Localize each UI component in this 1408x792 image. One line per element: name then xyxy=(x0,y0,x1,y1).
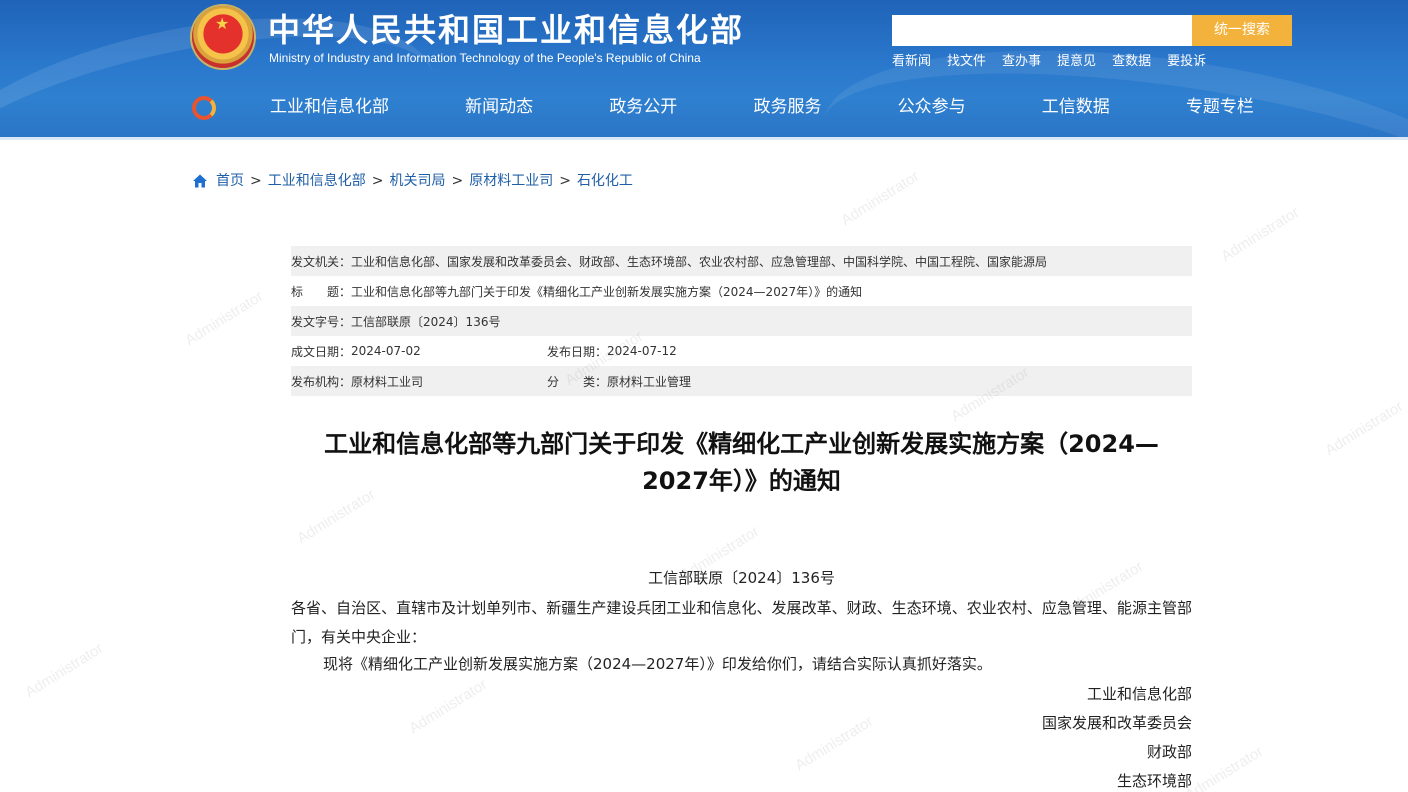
meta-value: 原材料工业司 xyxy=(351,374,424,389)
nav-item-miit[interactable]: 工业和信息化部 xyxy=(232,94,427,120)
meta-value: 工信部联原〔2024〕136号 xyxy=(351,314,501,329)
meta-label: 发文机关： xyxy=(291,254,352,269)
nav-item-data[interactable]: 工信数据 xyxy=(1004,94,1148,120)
signer: 生态环境部 xyxy=(1116,772,1192,790)
quick-link-complaint[interactable]: 要投诉 xyxy=(1167,53,1206,71)
meta-label: 发文字号： xyxy=(291,314,352,329)
nav-item-gov-affairs[interactable]: 政务公开 xyxy=(571,94,715,120)
quick-link-services[interactable]: 查办事 xyxy=(1002,53,1041,71)
meta-value: 2024-07-02 xyxy=(351,344,421,358)
search-input[interactable] xyxy=(892,15,1192,46)
watermark: Administrator xyxy=(1218,203,1303,266)
site-header: ★ 中华人民共和国工业和信息化部 Ministry of Industry an… xyxy=(0,0,1408,140)
breadcrumb-miit[interactable]: 工业和信息化部 xyxy=(268,171,366,191)
signer: 工业和信息化部 xyxy=(1086,685,1192,703)
meta-cell: 分 类： 原材料工业管理 xyxy=(547,373,691,390)
meta-cell: 发布日期： 2024-07-12 xyxy=(547,343,677,360)
document-number: 工信部联原〔2024〕136号 xyxy=(648,569,835,587)
breadcrumb-departments[interactable]: 机关司局 xyxy=(389,171,445,191)
header-divider xyxy=(0,137,1408,140)
breadcrumb-separator: > xyxy=(559,173,571,189)
star-icon: ★ xyxy=(215,14,230,33)
signers-list: 工业和信息化部 国家发展和改革委员会 财政部 生态环境部 xyxy=(291,680,1192,792)
quick-link-data[interactable]: 查数据 xyxy=(1112,53,1151,71)
meta-cell: 发布机构： 原材料工业司 xyxy=(291,373,547,390)
breadcrumb-separator: > xyxy=(451,173,464,189)
meta-row-title: 标 题： 工业和信息化部等九部门关于印发《精细化工产业创新发展实施方案（2024… xyxy=(291,276,1192,306)
site-title[interactable]: 中华人民共和国工业和信息化部 xyxy=(268,10,744,50)
watermark: Administrator xyxy=(838,167,923,230)
breadcrumb-raw-materials[interactable]: 原材料工业司 xyxy=(469,171,553,191)
meta-value: 工业和信息化部、国家发展和改革委员会、财政部、生态环境部、农业农村部、应急管理部… xyxy=(351,254,1048,269)
home-icon[interactable] xyxy=(192,173,208,189)
quick-link-feedback[interactable]: 提意见 xyxy=(1057,53,1096,71)
main-nav: 工业和信息化部 新闻动态 政务公开 政务服务 公众参与 工信数据 专题专栏 xyxy=(232,94,1292,120)
nav-item-topics[interactable]: 专题专栏 xyxy=(1148,94,1292,120)
quick-link-news[interactable]: 看新闻 xyxy=(892,53,931,71)
quick-link-files[interactable]: 找文件 xyxy=(947,53,986,71)
site-subtitle: Ministry of Industry and Information Tec… xyxy=(269,51,701,65)
watermark: Administrator xyxy=(22,639,107,702)
breadcrumb-separator: > xyxy=(250,173,262,189)
meta-label: 发布日期： xyxy=(547,344,608,359)
meta-cell: 成文日期： 2024-07-02 xyxy=(291,343,547,360)
meta-row-dates: 成文日期： 2024-07-02 发布日期： 2024-07-12 xyxy=(291,336,1192,366)
quick-links: 看新闻 找文件 查办事 提意见 查数据 要投诉 xyxy=(892,53,1206,71)
watermark: Administrator xyxy=(182,287,267,350)
meta-label: 成文日期： xyxy=(291,344,352,359)
meta-label: 标 题： xyxy=(291,284,352,299)
breadcrumb-separator: > xyxy=(371,173,384,189)
recipients-paragraph: 各省、自治区、直辖市及计划单列市、新疆生产建设兵团工业和信息化、发展改革、财政、… xyxy=(291,599,1192,646)
meta-label: 发布机构： xyxy=(291,374,352,389)
miit-logo-icon[interactable] xyxy=(192,96,216,120)
meta-value: 2024-07-12 xyxy=(607,344,677,358)
signer: 财政部 xyxy=(1146,743,1192,761)
nav-item-participation[interactable]: 公众参与 xyxy=(860,94,1004,120)
meta-label: 分 类： xyxy=(547,374,608,389)
breadcrumb-petrochemical[interactable]: 石化化工 xyxy=(577,171,633,191)
search-button[interactable]: 统一搜索 xyxy=(1192,15,1292,46)
watermark: Administrator xyxy=(1322,397,1407,460)
meta-row-org: 发布机构： 原材料工业司 分 类： 原材料工业管理 xyxy=(291,366,1192,396)
nav-item-news[interactable]: 新闻动态 xyxy=(427,94,571,120)
meta-value: 原材料工业管理 xyxy=(607,374,692,389)
meta-row-docno: 发文字号： 工信部联原〔2024〕136号 xyxy=(291,306,1192,336)
meta-value: 工业和信息化部等九部门关于印发《精细化工产业创新发展实施方案（2024—2027… xyxy=(351,284,863,299)
breadcrumb: 首页 > 工业和信息化部 > 机关司局 > 原材料工业司 > 石化化工 xyxy=(192,171,633,191)
signer: 国家发展和改革委员会 xyxy=(1041,714,1192,732)
meta-row-issuer: 发文机关： 工业和信息化部、国家发展和改革委员会、财政部、生态环境部、农业农村部… xyxy=(291,246,1192,276)
breadcrumb-home[interactable]: 首页 xyxy=(216,171,244,191)
document-meta-table: 发文机关： 工业和信息化部、国家发展和改革委员会、财政部、生态环境部、农业农村部… xyxy=(291,246,1192,396)
article-title: 工业和信息化部等九部门关于印发《精细化工产业创新发展实施方案（2024—2027… xyxy=(324,430,1159,495)
nav-item-services[interactable]: 政务服务 xyxy=(715,94,859,120)
body-paragraph: 现将《精细化工产业创新发展实施方案（2024—2027年）》印发给你们，请结合实… xyxy=(323,655,992,673)
watermark: Administrator xyxy=(1182,742,1267,792)
national-emblem-icon[interactable]: ★ xyxy=(192,6,254,68)
